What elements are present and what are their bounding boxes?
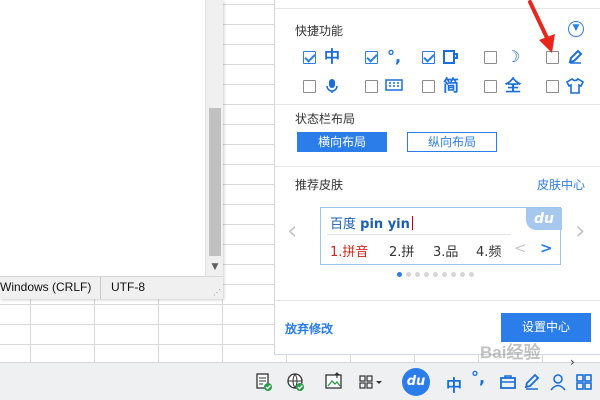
quick-functions-title: 快捷功能: [295, 24, 344, 38]
recommended-skins-title: 推荐皮肤: [295, 178, 344, 192]
skin-pagination[interactable]: [397, 272, 477, 278]
skin-shirt-icon: [564, 76, 586, 96]
status-layout-title: 状态栏布局: [295, 112, 356, 126]
pen-icon[interactable]: [522, 372, 542, 392]
chinese-punctuation-icon[interactable]: °,: [471, 368, 485, 387]
preview-next-page-icon: >: [540, 239, 553, 257]
option-fullshape[interactable]: 全: [484, 76, 540, 96]
option-skin[interactable]: [546, 76, 600, 96]
preview-prev-page-icon: <: [514, 239, 527, 257]
pagination-dot[interactable]: [460, 272, 465, 277]
globe-check-icon[interactable]: [286, 372, 306, 392]
checkbox[interactable]: [546, 80, 559, 93]
toolbox-icon[interactable]: [498, 372, 518, 392]
checkbox[interactable]: [484, 51, 497, 64]
watermark: Bai经验: [480, 343, 541, 362]
grid-menu-icon[interactable]: [358, 372, 382, 392]
pagination-dot[interactable]: [442, 272, 447, 277]
fullshape-icon: 全: [504, 76, 521, 95]
notepad-status-bar: Windows (CRLF) UTF-8 ⋰: [0, 276, 223, 299]
divider: [275, 104, 600, 105]
chinese-mode-icon: 中: [323, 47, 340, 66]
abandon-changes-link[interactable]: 放弃修改: [285, 320, 333, 337]
notepad-window: ▼ Windows (CRLF) UTF-8 ⋰: [0, 0, 223, 299]
chevron-down-icon[interactable]: ▼: [568, 21, 584, 37]
user-icon[interactable]: [548, 372, 568, 392]
preview-input-prefix: 百度: [330, 217, 357, 232]
chinese-mode-icon[interactable]: 中: [446, 372, 462, 396]
keyboard-icon: [383, 76, 405, 96]
scrollbar-thumb[interactable]: [209, 108, 221, 256]
checkbox[interactable]: [365, 51, 378, 64]
pagination-dot[interactable]: [433, 272, 438, 277]
option-soft-keyboard[interactable]: [365, 76, 421, 96]
line-ending-status: Windows (CRLF): [0, 280, 92, 294]
pagination-dot[interactable]: [424, 272, 429, 277]
microphone-icon: [321, 76, 343, 96]
baidu-du-logo: du: [526, 208, 562, 230]
pagination-dot[interactable]: [397, 272, 402, 277]
checkbox[interactable]: [365, 80, 378, 93]
baidu-ime-icon[interactable]: du: [402, 368, 430, 396]
chinese-punctuation-icon: °,: [386, 47, 402, 66]
divider: [275, 300, 600, 301]
vertical-scrollbar[interactable]: ▼: [205, 0, 223, 276]
candidate: 4.频: [476, 245, 502, 260]
option-chinese-mode[interactable]: 中: [303, 47, 359, 67]
app-grid-icon[interactable]: [574, 372, 594, 392]
divider: [327, 234, 511, 235]
pagination-dot[interactable]: [415, 272, 420, 277]
annotation-arrow-icon: [528, 0, 555, 53]
chevron-right-icon[interactable]: ›: [575, 216, 585, 246]
option-simplified[interactable]: 简: [422, 76, 478, 96]
candidate: 3.品: [433, 245, 459, 260]
option-chinese-punctuation[interactable]: °,: [365, 47, 421, 67]
option-voice[interactable]: [303, 76, 359, 96]
chevron-left-icon[interactable]: ‹: [287, 216, 297, 246]
preview-input-pinyin: pin yin: [360, 217, 410, 232]
checkbox[interactable]: [422, 51, 435, 64]
notepad-text-area[interactable]: [0, 0, 205, 276]
option-fullwidth[interactable]: [422, 47, 478, 67]
pen-icon: [564, 47, 586, 67]
fullwidth-icon: [440, 47, 462, 67]
image-upload-icon[interactable]: [324, 372, 344, 392]
pagination-dot[interactable]: [469, 272, 474, 277]
simplified-icon: 简: [442, 76, 459, 95]
candidate: 1.拼音: [330, 245, 369, 260]
resize-grip-icon[interactable]: ⋰: [213, 288, 221, 297]
divider: [275, 166, 600, 167]
text-caret: [411, 216, 413, 230]
checkbox[interactable]: [303, 51, 316, 64]
taskbar: › du 中 °,: [0, 355, 600, 400]
skin-preview[interactable]: 百度 pin yin du 1.拼音 2.拼 3.品 4.频 < >: [320, 207, 562, 265]
pagination-dot[interactable]: [406, 272, 411, 277]
checkbox[interactable]: [484, 80, 497, 93]
checkbox[interactable]: [303, 80, 316, 93]
document-check-icon[interactable]: [254, 372, 274, 392]
skin-center-link[interactable]: 皮肤中心: [537, 176, 585, 193]
chevron-right-icon[interactable]: ›: [570, 355, 575, 369]
horizontal-layout-button[interactable]: 横向布局: [297, 132, 387, 152]
candidate: 2.拼: [389, 245, 415, 260]
preview-composition: 百度 pin yin: [330, 213, 413, 232]
vertical-layout-button[interactable]: 纵向布局: [407, 132, 497, 152]
encoding-status: UTF-8: [100, 277, 180, 299]
pagination-dot[interactable]: [451, 272, 456, 277]
scroll-down-icon[interactable]: ▼: [206, 258, 224, 276]
checkbox[interactable]: [422, 80, 435, 93]
